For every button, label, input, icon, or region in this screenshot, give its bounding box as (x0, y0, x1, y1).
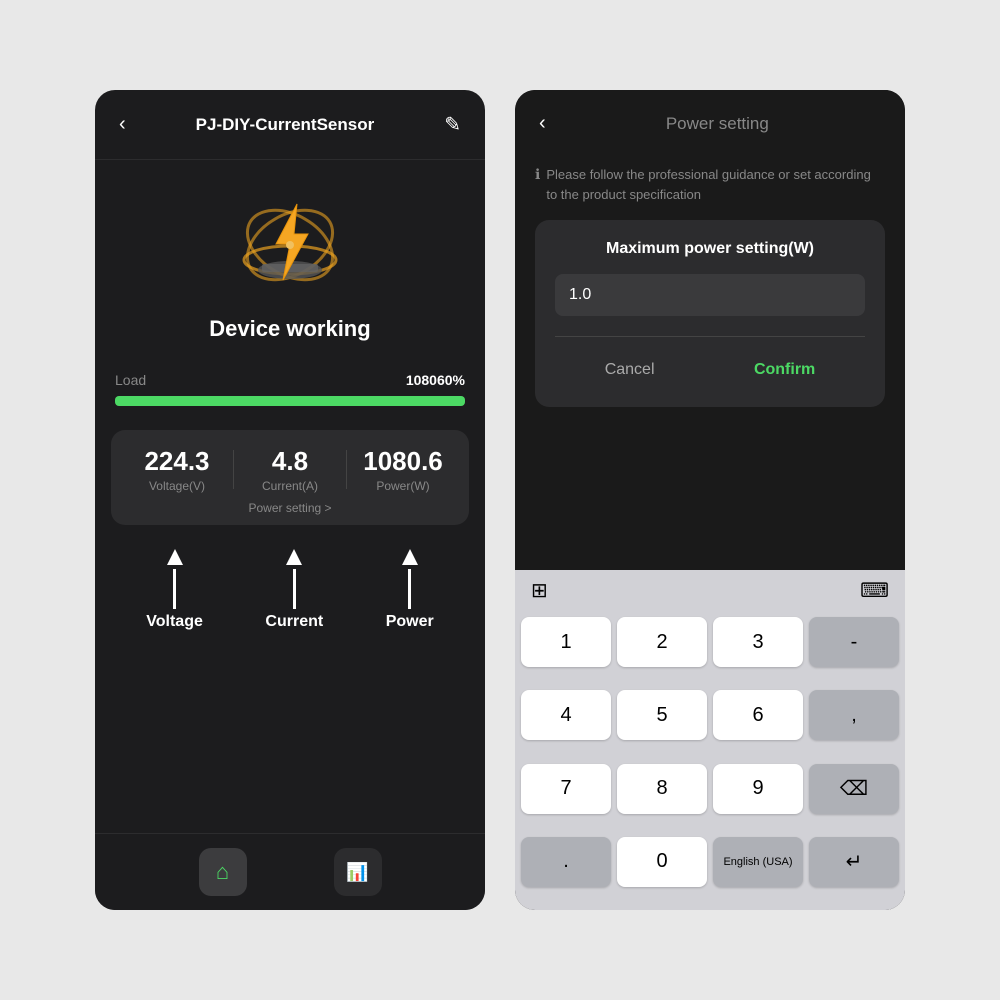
keyboard-grid-icon[interactable]: ⊞ (531, 578, 548, 603)
power-arrow-line (408, 569, 411, 609)
key-5[interactable]: 5 (617, 690, 707, 740)
power-setting-dialog: Maximum power setting(W) Cancel Confirm (535, 220, 885, 407)
power-metric: 1080.6 Power(W) (347, 446, 459, 493)
current-arrow: Current (265, 549, 323, 631)
dialog-buttons: Cancel Confirm (555, 336, 865, 387)
key-8[interactable]: 8 (617, 764, 707, 814)
key-2[interactable]: 2 (617, 617, 707, 667)
key-language[interactable]: English (USA) (713, 837, 803, 887)
key-dot[interactable]: . (521, 837, 611, 887)
progress-bar-background (115, 396, 465, 406)
voltage-value: 224.3 (121, 446, 233, 477)
load-label: Load (115, 372, 146, 388)
key-enter[interactable]: ↵ (809, 837, 899, 887)
key-9[interactable]: 9 (713, 764, 803, 814)
device-icon (240, 190, 340, 300)
power-setting-title: Power setting (550, 114, 885, 134)
home-icon: ⌂ (216, 859, 229, 885)
key-backspace[interactable]: ⌫ (809, 764, 899, 814)
power-value: 1080.6 (347, 446, 459, 477)
device-status-text: Device working (209, 316, 370, 342)
progress-bar-fill (115, 396, 465, 406)
keyboard-toolbar: ⊞ ⌨ (515, 570, 905, 611)
key-4[interactable]: 4 (521, 690, 611, 740)
voltage-label: Voltage (146, 613, 203, 631)
power-unit: Power(W) (347, 479, 459, 493)
key-dash[interactable]: - (809, 617, 899, 667)
right-header: ‹ Power setting (515, 90, 905, 157)
info-icon: ℹ (535, 166, 540, 183)
power-arrow: Power (386, 549, 434, 631)
current-arrow-head (286, 549, 302, 565)
current-value: 4.8 (234, 446, 346, 477)
key-0[interactable]: 0 (617, 837, 707, 887)
load-section: Load 108060% (95, 352, 485, 416)
edit-button[interactable]: ✎ (440, 108, 465, 141)
left-footer: ⌂ 📊 (95, 833, 485, 910)
left-device-panel: ‹ PJ-DIY-CurrentSensor ✎ Device working … (95, 90, 485, 910)
power-arrow-head (402, 549, 418, 565)
right-power-setting-panel: ‹ Power setting ℹ Please follow the prof… (515, 90, 905, 910)
current-label: Current (265, 613, 323, 631)
voltage-unit: Voltage(V) (121, 479, 233, 493)
power-setting-link[interactable]: Power setting > (121, 501, 459, 515)
device-title: PJ-DIY-CurrentSensor (196, 115, 375, 135)
device-visual: Device working (95, 160, 485, 352)
power-value-input[interactable] (555, 274, 865, 316)
confirm-button[interactable]: Confirm (724, 353, 845, 387)
info-note: ℹ Please follow the professional guidanc… (535, 165, 885, 204)
key-3[interactable]: 3 (713, 617, 803, 667)
numeric-keyboard: 1 2 3 - 4 5 6 , 7 8 9 ⌫ . 0 English (USA… (515, 611, 905, 910)
metrics-card: 224.3 Voltage(V) 4.8 Current(A) 1080.6 P… (111, 430, 469, 525)
cancel-button[interactable]: Cancel (575, 353, 685, 387)
home-button[interactable]: ⌂ (199, 848, 247, 896)
arrows-section: Voltage Current Power (95, 539, 485, 635)
info-text: Please follow the professional guidance … (546, 165, 885, 204)
key-7[interactable]: 7 (521, 764, 611, 814)
keyboard-hide-icon[interactable]: ⌨ (860, 578, 889, 603)
chart-button[interactable]: 📊 (334, 848, 382, 896)
current-unit: Current(A) (234, 479, 346, 493)
voltage-arrow: Voltage (146, 549, 203, 631)
current-arrow-line (293, 569, 296, 609)
power-setting-top: ‹ Power setting ℹ Please follow the prof… (515, 90, 905, 570)
chart-icon: 📊 (346, 862, 368, 883)
key-6[interactable]: 6 (713, 690, 803, 740)
right-back-button[interactable]: ‹ (535, 108, 550, 139)
key-comma[interactable]: , (809, 690, 899, 740)
voltage-metric: 224.3 Voltage(V) (121, 446, 233, 493)
load-value: 108060% (406, 372, 465, 388)
back-button[interactable]: ‹ (115, 109, 130, 140)
current-metric: 4.8 Current(A) (234, 446, 346, 493)
dialog-title: Maximum power setting(W) (555, 240, 865, 258)
voltage-arrow-line (173, 569, 176, 609)
key-1[interactable]: 1 (521, 617, 611, 667)
power-label: Power (386, 613, 434, 631)
voltage-arrow-head (167, 549, 183, 565)
left-header: ‹ PJ-DIY-CurrentSensor ✎ (95, 90, 485, 160)
